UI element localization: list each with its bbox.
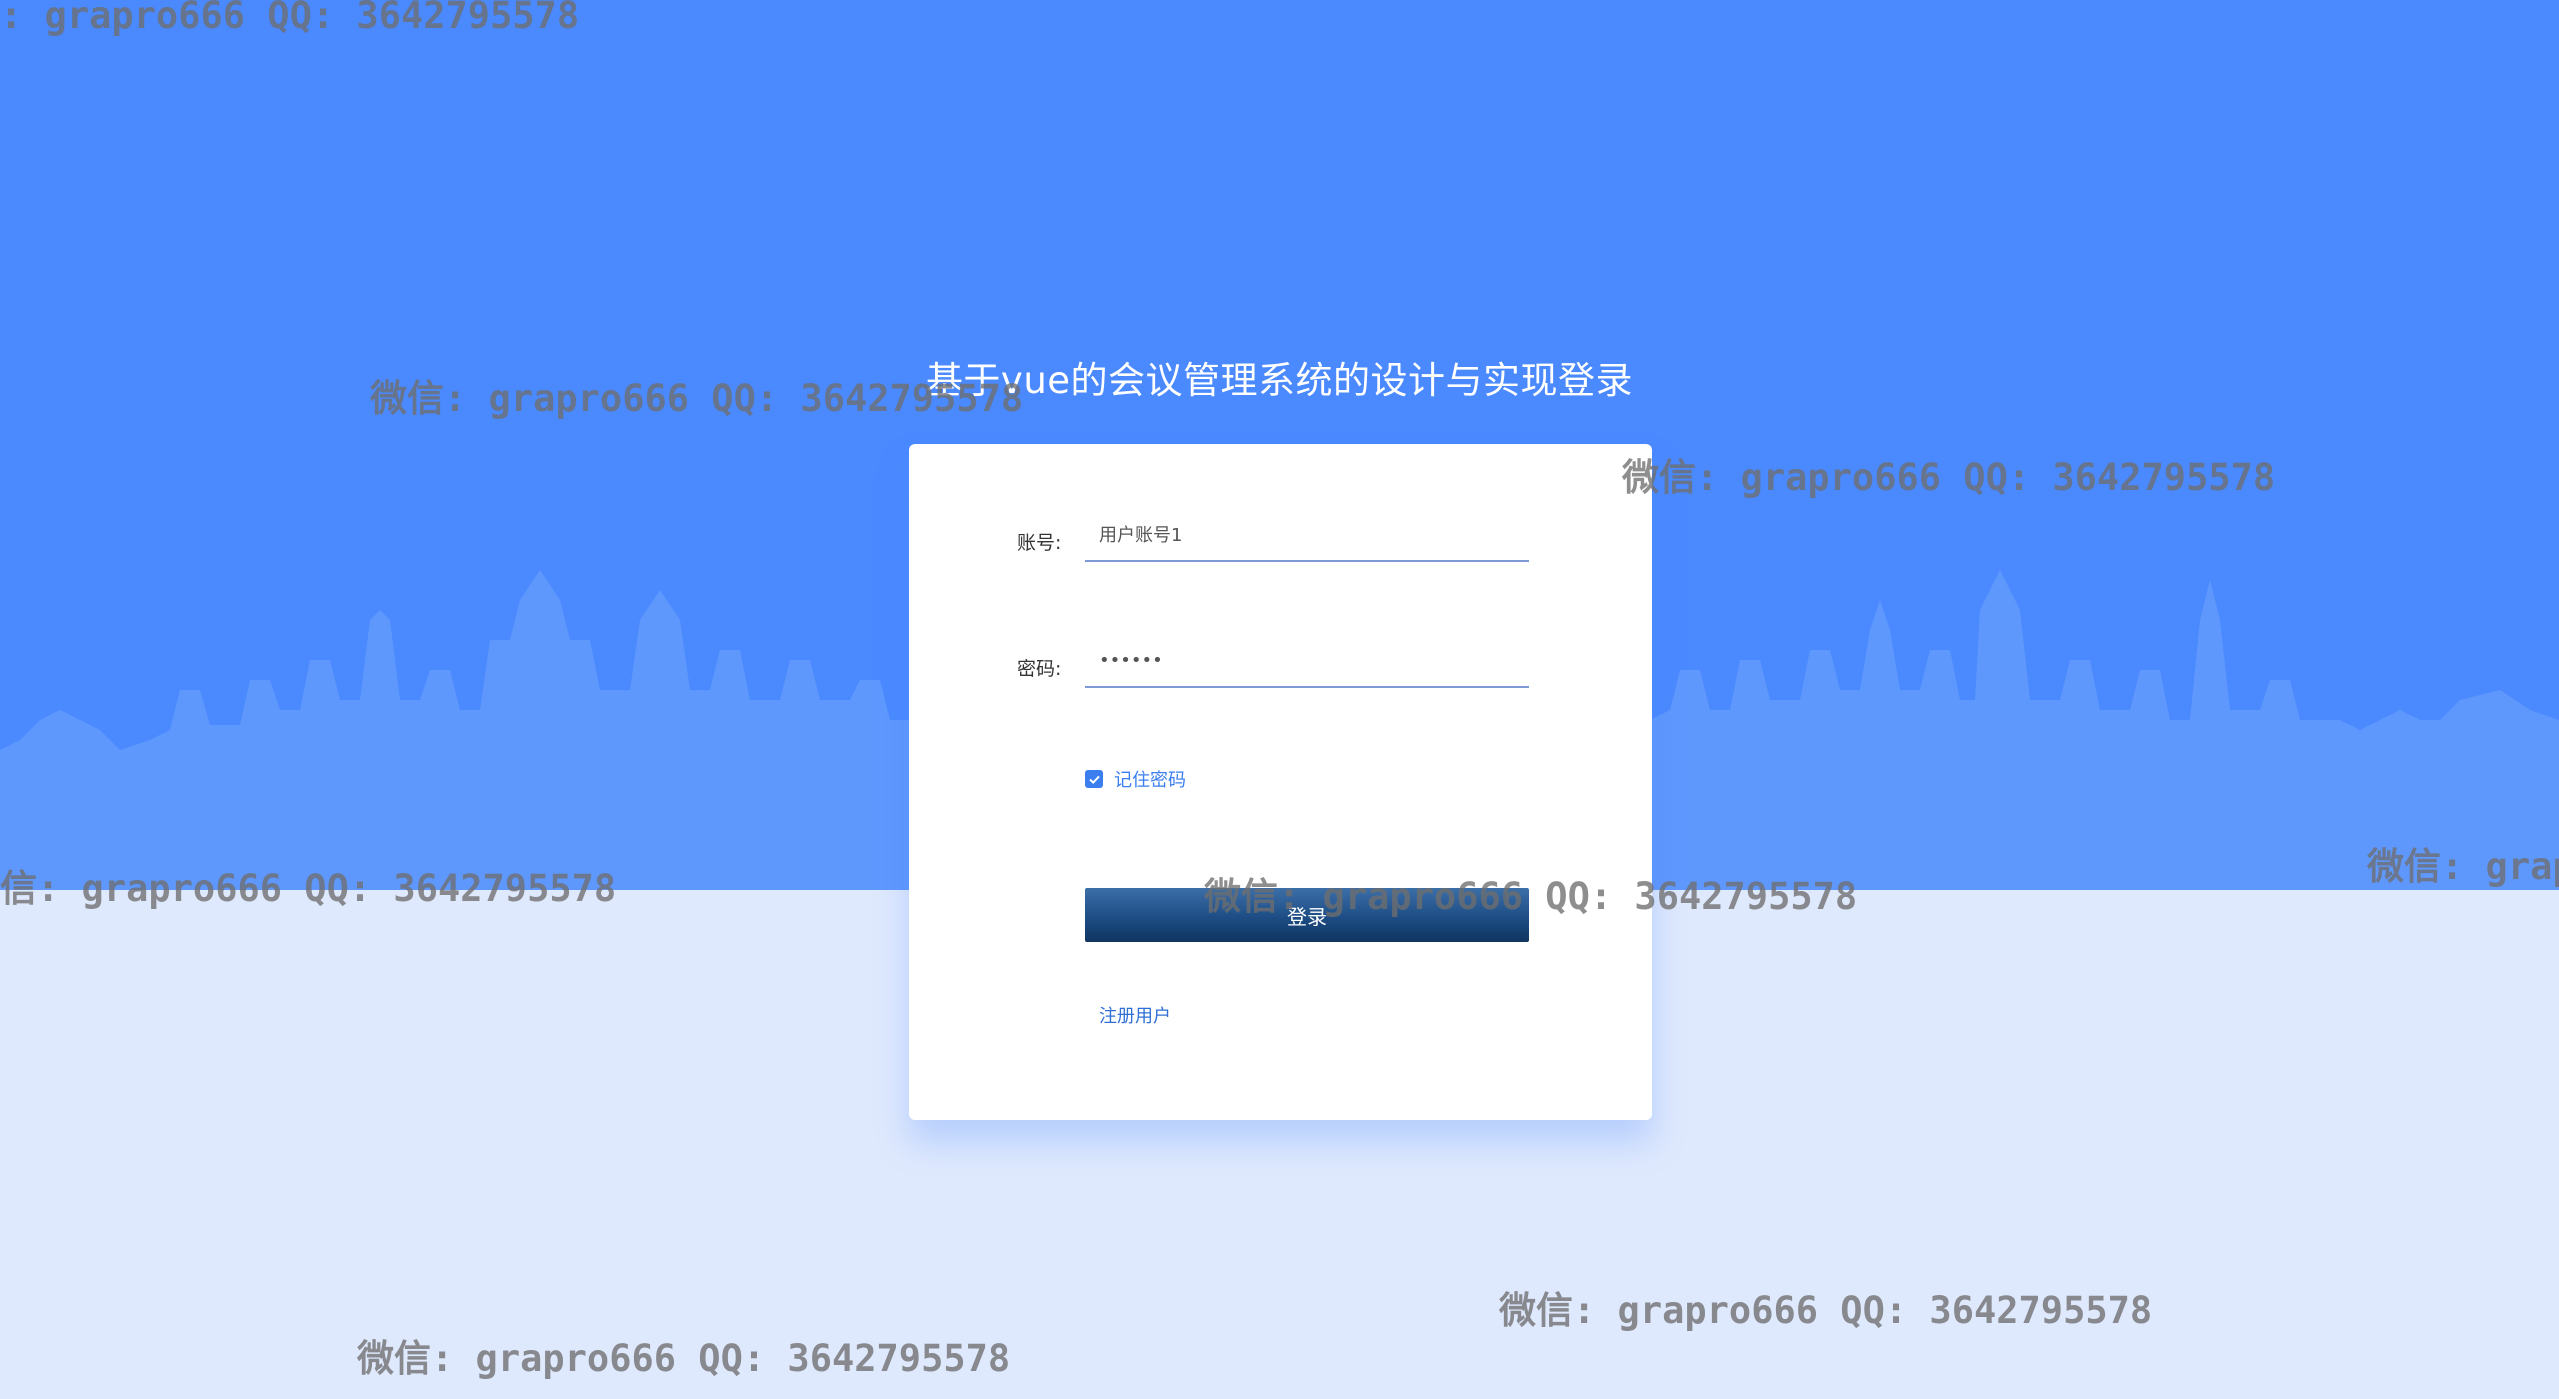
watermark-text: 信: grapro666 QQ: 3642795578 xyxy=(0,867,617,910)
watermark-text: 微信: grapro666 QQ: 3642795578 xyxy=(370,377,1024,420)
watermark-text: : grapro666 QQ: 3642795578 xyxy=(0,0,580,37)
watermark-text: 微信: grapro666 QQ: 3642795578 xyxy=(1204,875,1858,918)
password-input[interactable] xyxy=(1085,634,1529,688)
register-user-link[interactable]: 注册用户 xyxy=(1099,1002,1171,1028)
checkmark-icon[interactable] xyxy=(1085,770,1103,788)
password-row: 密码: xyxy=(909,630,1652,700)
password-label: 密码: xyxy=(1017,658,1062,680)
watermark-text: 微信: grap xyxy=(2367,845,2559,888)
remember-password-checkbox[interactable]: 记住密码 xyxy=(1085,766,1186,792)
watermark-text: 微信: grapro666 QQ: 3642795578 xyxy=(357,1337,1011,1380)
watermark-text: 微信: grapro666 QQ: 3642795578 xyxy=(1622,456,2276,499)
account-label: 账号: xyxy=(1017,532,1062,554)
account-input[interactable] xyxy=(1085,508,1529,562)
account-row: 账号: xyxy=(909,504,1652,574)
remember-password-label: 记住密码 xyxy=(1114,770,1186,791)
watermark-text: 微信: grapro666 QQ: 3642795578 xyxy=(1499,1289,2153,1332)
login-card: 账号: 密码: 记住密码 登录 注册用户 xyxy=(909,444,1652,1120)
login-page: 基于vue的会议管理系统的设计与实现登录 账号: 密码: 记住密码 登录 注册用… xyxy=(0,0,2559,1399)
